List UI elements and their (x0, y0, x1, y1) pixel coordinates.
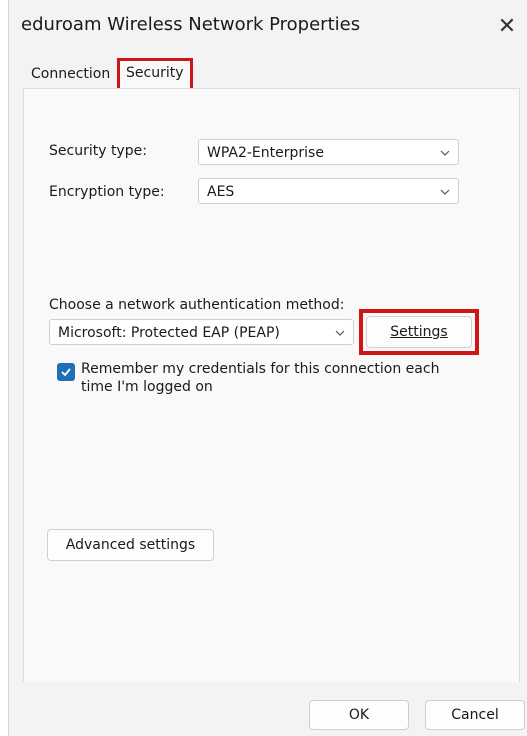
security-type-select[interactable]: WPA2-Enterprise (198, 139, 459, 165)
security-type-value: WPA2-Enterprise (207, 145, 324, 161)
advanced-settings-button[interactable]: Advanced settings (47, 529, 214, 561)
auth-method-value: Microsoft: Protected EAP (PEAP) (58, 325, 280, 341)
cancel-button[interactable]: Cancel (425, 700, 525, 730)
auth-method-select[interactable]: Microsoft: Protected EAP (PEAP) (49, 319, 354, 345)
window-title: eduroam Wireless Network Properties (21, 14, 361, 35)
close-icon: ✕ (497, 13, 517, 39)
chevron-down-icon (335, 330, 345, 336)
auth-method-label: Choose a network authentication method: (49, 297, 345, 313)
remember-credentials-label[interactable]: Remember my credentials for this connect… (81, 360, 461, 396)
properties-window: eduroam Wireless Network Properties ✕ Co… (8, 0, 527, 736)
settings-button-label: Settings (390, 324, 448, 340)
encryption-type-label: Encryption type: (49, 184, 165, 200)
dialog-footer: OK Cancel (9, 682, 527, 736)
security-panel: Security type: WPA2-Enterprise Encryptio… (23, 88, 520, 684)
encryption-type-value: AES (207, 184, 235, 200)
remember-label-line2: time I'm logged on (81, 379, 213, 395)
chevron-down-icon (440, 189, 450, 195)
check-icon (61, 368, 71, 377)
close-button[interactable]: ✕ (490, 8, 524, 44)
remember-label-line1: Remember my credentials for this connect… (81, 361, 440, 377)
title-bar: eduroam Wireless Network Properties ✕ (9, 0, 527, 56)
settings-button[interactable]: Settings (366, 316, 472, 348)
remember-credentials-checkbox[interactable] (57, 363, 75, 381)
ok-button[interactable]: OK (309, 700, 409, 730)
security-type-label: Security type: (49, 143, 147, 159)
chevron-down-icon (440, 150, 450, 156)
encryption-type-select[interactable]: AES (198, 178, 459, 204)
tab-connection[interactable]: Connection (31, 60, 110, 88)
tab-security[interactable]: Security (117, 58, 193, 92)
